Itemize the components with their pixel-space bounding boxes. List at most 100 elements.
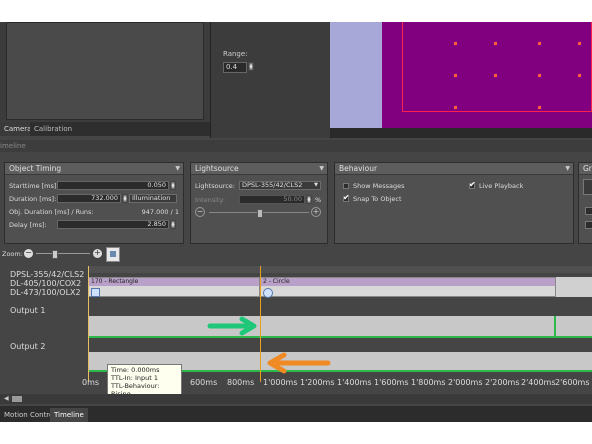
grid-marker [454,74,457,77]
tab-calibration[interactable]: Calibration [30,122,77,136]
intensity-minus-icon[interactable]: − [195,207,205,217]
collapse-icon[interactable]: ▼ [565,163,570,174]
intensity-plus-icon[interactable]: + [311,207,321,217]
zoom-slider-thumb[interactable] [52,250,58,259]
track-label-lightsource: DL-405/100/COX2 [10,279,82,288]
lightsource-title[interactable]: Lightsource ▼ [191,163,327,175]
grid-panel: Gri [578,162,592,244]
rectangle-icon [91,288,100,297]
axis-tick-label: 0ms [82,378,100,387]
duration-mode-select[interactable]: Illumination [129,194,177,203]
object-timing-title[interactable]: Object Timing ▼ [5,163,183,175]
timeline-segment-empty[interactable] [556,277,592,297]
duration-label: Duration [ms]: [9,195,57,203]
timeline-header: imeline [0,140,592,152]
bottom-tab-bar: Motion Control Timeline [0,406,592,422]
zoom-row: Zoom: − + [0,246,592,264]
grid-marker [454,106,457,109]
range-panel: Range: 0.4 ▲ ▼ [210,22,331,138]
scroll-left-icon[interactable]: ◀ [4,396,9,402]
intensity-label: Intensity: [195,196,226,204]
snap-to-object-label: Snap To Object [353,195,402,203]
camera-tab-bar: Camera Calibration [0,122,210,136]
axis-tick-label: 1'800ms [411,378,446,387]
timeline-tracks[interactable]: DPSL-355/42/CLS2 DL-405/100/COX2 DL-473/… [0,266,592,394]
range-spinner[interactable]: ▲ ▼ [248,62,254,71]
tab-timeline[interactable]: Timeline [50,408,88,422]
timeline-segment[interactable]: 2 - Circle [260,277,556,298]
delay-label: Delay [ms]: [9,221,47,229]
output-1-label: Output 1 [10,306,46,315]
show-messages-checkbox[interactable] [343,183,349,189]
grid-panel-title[interactable]: Gri [579,163,592,175]
object-timing-title-text: Object Timing [9,164,62,173]
app-window: Camera Calibration Range: 0.4 ▲ ▼ imeline… [0,22,592,422]
delay-input[interactable]: 2.850 [57,220,169,229]
range-input[interactable]: 0.4 [223,62,247,73]
camera-preview [6,22,204,120]
grid-checkbox[interactable] [585,221,592,229]
output-1-signal-edge [554,316,556,338]
axis-tick-label: 2'200ms [485,378,520,387]
intensity-slider-thumb[interactable] [257,209,263,218]
grid-marker [494,42,497,45]
scrollbar-thumb[interactable] [12,396,22,402]
obj-duration-value: 947.000 / 1 [141,208,179,216]
grid-marker [538,42,541,45]
timeline-tooltip: Time: 0.000ms TTL-In: Input 1 TTL-Behavi… [107,364,182,398]
lightsource-select[interactable]: DPSL-355/42/CLS2 ▼ [239,181,321,190]
fit-view-icon[interactable] [106,247,120,262]
starttime-spinner[interactable]: ▲ ▼ [170,181,176,190]
live-playback-check-icon: ✔ [469,180,476,189]
intensity-input[interactable]: 50.00 [239,195,305,204]
zoom-slider-track[interactable] [36,253,90,254]
duration-input[interactable]: 732.000 [57,194,121,203]
camera-preview-area [0,22,210,122]
lightsource-select-value: DPSL-355/42/CLS2 [242,181,303,189]
lightsource-title-text: Lightsource [195,164,239,173]
timeline-segment[interactable]: 170 - Rectangle [88,277,260,297]
track-label-lightsource: DPSL-355/42/CLS2 [10,270,85,279]
circle-icon [263,288,273,298]
starttime-input[interactable]: 0.050 [57,181,169,190]
zoom-in-icon[interactable]: + [93,249,102,258]
grid-marker [538,106,541,109]
behaviour-title-text: Behaviour [339,164,378,173]
behaviour-title[interactable]: Behaviour ▼ [335,163,573,175]
lightsource-panel: Lightsource ▼ Lightsource: DPSL-355/42/CL… [190,162,328,244]
obj-duration-label: Obj. Duration [ms] / Runs: [9,208,94,216]
zoom-out-icon[interactable]: − [24,249,33,258]
axis-tick-label: 2'400ms [521,378,556,387]
grid-marker [578,74,581,77]
horizontal-scrollbar[interactable]: ◀ [0,394,592,404]
intensity-spinner[interactable]: ▲ ▼ [306,195,312,204]
object-timing-panel: Object Timing ▼ Starttime [ms]: 0.050 ▲ ▼ … [4,162,184,244]
tooltip-ttl-in: TTL-In: Input 1 [111,374,159,382]
axis-tick-label: 2'600ms [555,378,590,387]
axis-tick-label: 600ms [190,378,218,387]
grid-panel-control[interactable] [583,179,592,195]
collapse-icon[interactable]: ▼ [175,163,180,174]
track-label-lightsource: DL-473/100/OLX2 [10,288,81,297]
behaviour-panel: Behaviour ▼ Show Messages ✔ Live Playback… [334,162,574,244]
collapse-icon[interactable]: ▼ [319,163,324,174]
output-1-bar[interactable] [88,316,592,336]
axis-tick-label: 1'200ms [300,378,335,387]
grid-checkbox[interactable] [585,207,592,215]
delay-spinner[interactable]: ▲ ▼ [170,220,176,229]
orange-arrow-icon [267,352,331,374]
segment-title: 2 - Circle [261,278,555,286]
zoom-label: Zoom: [2,250,23,258]
start-marker-line [88,266,89,382]
viewport-frame [402,22,592,112]
axis-tick-label: 1'600ms [374,378,409,387]
snap-to-object-check-icon: ✔ [343,193,350,202]
output-2-label: Output 2 [10,342,46,351]
viewport-lavender-region [330,22,382,128]
intensity-unit: % [315,196,322,204]
duration-spinner[interactable]: ▲ ▼ [122,194,128,203]
output-1-signal-line [88,336,592,338]
grid-marker [494,74,497,77]
projection-viewport[interactable] [330,22,592,138]
segment-title: 170 - Rectangle [89,278,259,286]
